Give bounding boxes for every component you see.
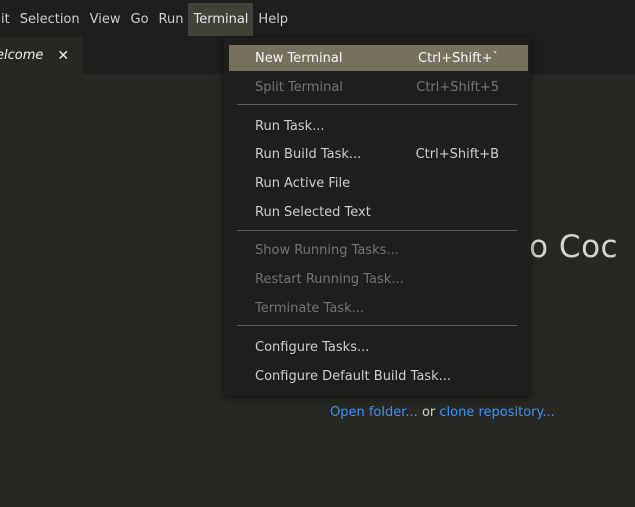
keybinding: Ctrl+Shift+5 bbox=[416, 79, 499, 95]
close-icon[interactable]: ✕ bbox=[57, 48, 69, 64]
open-folder-link[interactable]: Open folder... bbox=[330, 405, 418, 420]
or-text: or bbox=[421, 405, 436, 420]
menu-item-run-active-file[interactable]: Run Active File bbox=[229, 170, 528, 196]
menu-run[interactable]: Run bbox=[154, 3, 189, 36]
menu-bar: it Selection View Go Run Terminal Help bbox=[0, 0, 635, 37]
keybinding: Ctrl+Shift+` bbox=[418, 50, 499, 66]
start-links: Open folder... or clone repository... bbox=[330, 405, 555, 420]
menu-item-run-build-task[interactable]: Run Build Task... Ctrl+Shift+B bbox=[229, 141, 528, 167]
menu-separator bbox=[237, 230, 517, 231]
terminal-menu-dropdown: New Terminal Ctrl+Shift+` Split Terminal… bbox=[224, 38, 530, 396]
menu-item-show-running-tasks[interactable]: Show Running Tasks... bbox=[229, 237, 528, 263]
menu-item-split-terminal[interactable]: Split Terminal Ctrl+Shift+5 bbox=[229, 74, 528, 100]
menu-item-terminate-task[interactable]: Terminate Task... bbox=[229, 295, 528, 321]
menu-edit[interactable]: it bbox=[0, 3, 15, 36]
menu-item-configure-default-build-task[interactable]: Configure Default Build Task... bbox=[229, 363, 528, 389]
menu-terminal[interactable]: Terminal bbox=[188, 3, 254, 36]
tab-welcome[interactable]: elcome ✕ bbox=[0, 37, 82, 74]
clone-repository-link[interactable]: clone repository... bbox=[439, 405, 554, 420]
menu-view[interactable]: View bbox=[85, 3, 126, 36]
menu-selection[interactable]: Selection bbox=[15, 3, 85, 36]
menu-help[interactable]: Help bbox=[253, 3, 293, 36]
welcome-title: io Coc bbox=[520, 229, 619, 265]
menu-separator bbox=[237, 325, 517, 326]
menu-item-run-task[interactable]: Run Task... bbox=[229, 113, 528, 139]
menu-item-configure-tasks[interactable]: Configure Tasks... bbox=[229, 334, 528, 360]
tab-label: elcome bbox=[0, 48, 44, 63]
keybinding: Ctrl+Shift+B bbox=[415, 146, 499, 162]
menu-separator bbox=[237, 104, 517, 105]
menu-item-restart-running-task[interactable]: Restart Running Task... bbox=[229, 266, 528, 292]
menu-item-new-terminal[interactable]: New Terminal Ctrl+Shift+` bbox=[229, 45, 528, 71]
menu-item-run-selected-text[interactable]: Run Selected Text bbox=[229, 199, 528, 225]
menu-go[interactable]: Go bbox=[126, 3, 154, 36]
